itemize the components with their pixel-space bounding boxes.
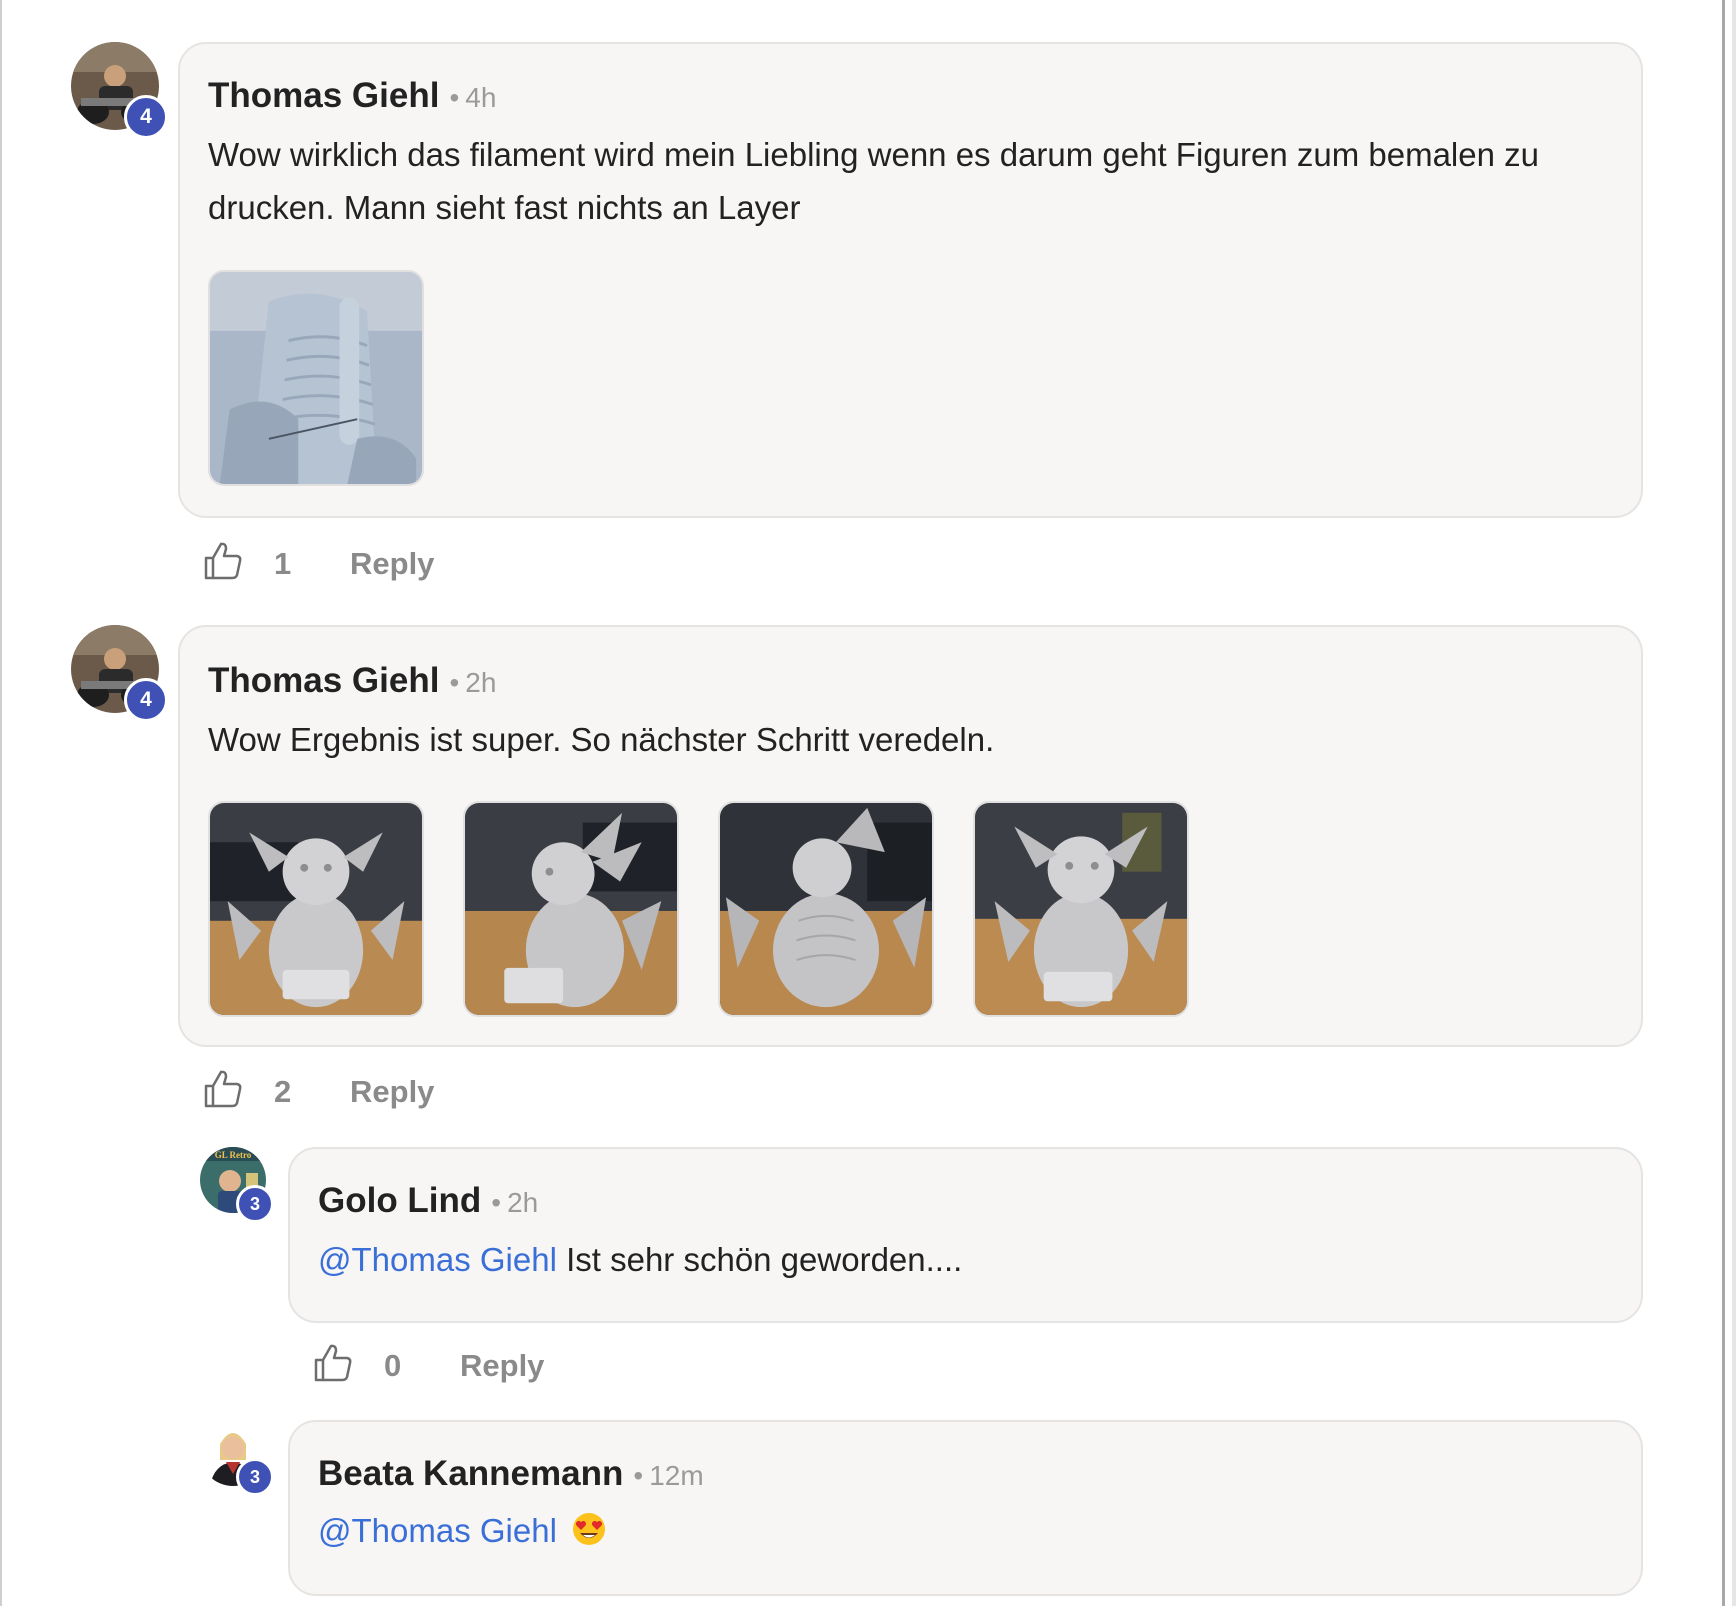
- reply-message: Ist sehr schön geworden....: [556, 1241, 963, 1278]
- separator-dot: •: [491, 1187, 502, 1218]
- avatar[interactable]: 3: [200, 1420, 274, 1496]
- thumbs-up-icon[interactable]: [312, 1342, 354, 1384]
- window-edge: [1732, 0, 1736, 1606]
- scrollbar-track[interactable]: [1722, 0, 1725, 1606]
- attached-image[interactable]: [973, 801, 1189, 1017]
- separator-dot: •: [633, 1460, 644, 1491]
- reply-bubble: Beata Kannemann • 12m @Thomas Giehl: [288, 1420, 1643, 1596]
- author-name[interactable]: Thomas Giehl: [208, 661, 439, 700]
- reply-button[interactable]: Reply: [460, 1348, 544, 1384]
- reply-button[interactable]: Reply: [350, 546, 434, 582]
- level-badge: 3: [236, 1458, 274, 1496]
- separator-dot: •: [449, 82, 460, 113]
- author-name[interactable]: Golo Lind: [318, 1181, 481, 1220]
- timestamp[interactable]: 12m: [649, 1460, 703, 1491]
- comment-text: Wow Ergebnis ist super. So nächster Schr…: [208, 721, 995, 758]
- level-badge: 4: [124, 95, 168, 139]
- thumbs-up-icon[interactable]: [202, 540, 244, 582]
- comment-actions: 1 Reply: [202, 540, 502, 590]
- thumbs-up-icon[interactable]: [202, 1068, 244, 1110]
- attached-image[interactable]: [718, 801, 934, 1017]
- comment-actions: 2 Reply: [202, 1068, 502, 1118]
- author-name[interactable]: Thomas Giehl: [208, 76, 439, 115]
- avatar[interactable]: 4: [71, 625, 168, 722]
- reply-text: @Thomas Giehl: [318, 1504, 1608, 1557]
- timestamp[interactable]: 2h: [507, 1187, 538, 1218]
- reply-actions: 0 Reply: [312, 1342, 612, 1392]
- like-count: 2: [274, 1074, 292, 1109]
- reply-text: @Thomas Giehl Ist sehr schön geworden...…: [318, 1233, 1608, 1286]
- level-badge: 4: [124, 678, 168, 722]
- comment-bubble: Thomas Giehl • 4h Wow wirklich das filamen…: [178, 42, 1643, 518]
- timestamp[interactable]: 2h: [465, 667, 496, 698]
- separator-dot: •: [449, 667, 460, 698]
- timestamp[interactable]: 4h: [465, 82, 496, 113]
- attached-image[interactable]: [208, 801, 424, 1017]
- avatar[interactable]: 4: [71, 42, 168, 139]
- like-count: 1: [274, 546, 292, 581]
- level-badge: 3: [236, 1185, 274, 1223]
- avatar-logo-text: GL Retro: [215, 1150, 252, 1160]
- author-name[interactable]: Beata Kannemann: [318, 1454, 623, 1493]
- attached-image[interactable]: [208, 270, 424, 486]
- user-mention[interactable]: @Thomas Giehl: [318, 1241, 557, 1278]
- left-border: [0, 0, 2, 1606]
- avatar[interactable]: GL Retro 3: [200, 1147, 274, 1223]
- attached-image[interactable]: [463, 801, 679, 1017]
- reply-bubble: Golo Lind • 2h @Thomas Giehl Ist sehr schö…: [288, 1147, 1643, 1323]
- user-mention[interactable]: @Thomas Giehl: [318, 1512, 557, 1549]
- like-count: 0: [384, 1348, 402, 1383]
- heart-eyes-emoji-icon: [573, 1513, 606, 1545]
- comment-bubble: Thomas Giehl • 2h Wow Ergebnis ist super. …: [178, 625, 1643, 1047]
- comment-text: Wow wirklich das filament wird mein Lieb…: [208, 136, 1539, 226]
- reply-button[interactable]: Reply: [350, 1074, 434, 1110]
